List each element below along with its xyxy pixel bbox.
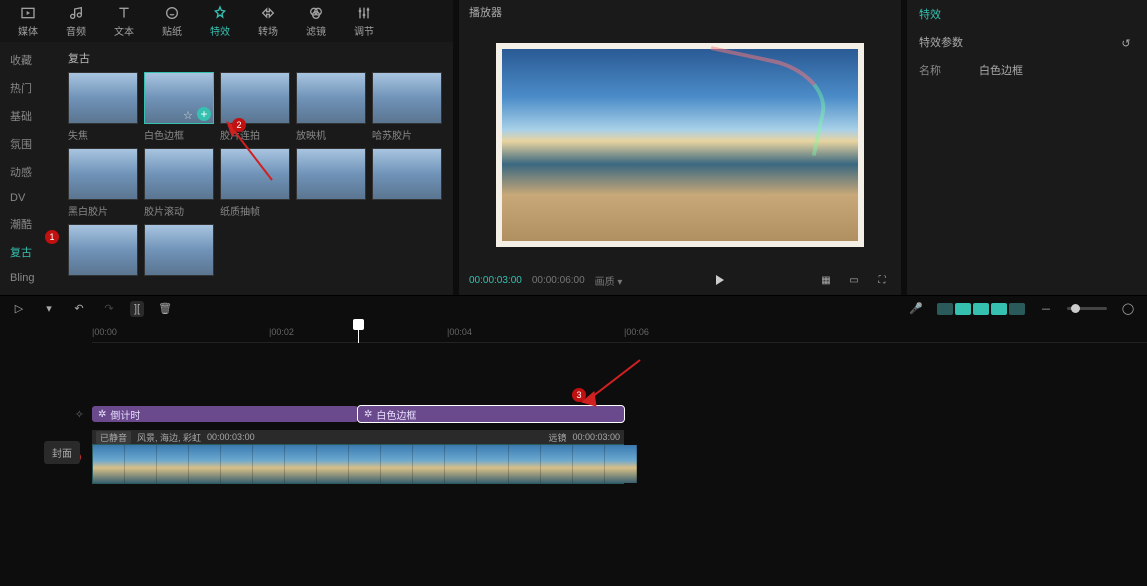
sidebar-item-dv[interactable]: DV — [0, 186, 60, 210]
prop-name-label: 名称 — [919, 62, 979, 78]
filmstrip — [92, 444, 624, 484]
select-dropdown-icon[interactable]: ▾ — [40, 300, 58, 318]
gear-icon: ✲ — [364, 409, 372, 420]
reset-icon[interactable]: ↺ — [1117, 34, 1135, 52]
props-tab-title: 特效 — [919, 6, 1135, 22]
snapshot-icon[interactable]: ▦ — [817, 271, 835, 289]
timeline-toolbar: ▷ ▾ ↶ ↷ ][ 🗑 🎤 － ◯ — [0, 295, 1147, 321]
tab-effect[interactable]: 特效 — [200, 2, 240, 40]
sidebar-item-fav[interactable]: 收藏 — [0, 46, 60, 74]
sidebar-item-trend[interactable]: 潮酷 — [0, 210, 60, 238]
mic-icon[interactable]: 🎤 — [907, 300, 925, 318]
tab-transition[interactable]: 转场 — [248, 2, 288, 40]
select-tool[interactable]: ▷ — [10, 300, 28, 318]
ruler-tick: |00:00 — [92, 327, 117, 337]
sidebar-item-atmos[interactable]: 氛围 — [0, 130, 60, 158]
tab-media[interactable]: 媒体 — [8, 2, 48, 40]
sidebar-item-bling[interactable]: Bling — [0, 266, 60, 290]
ratio-icon[interactable]: ▭ — [845, 271, 863, 289]
tab-filter[interactable]: 滤镜 — [296, 2, 336, 40]
effect-item[interactable]: 纸质抽帧 — [220, 148, 290, 218]
player-panel: 播放器 00:00:03:00 00:00:06:00 画质 ▾ ▦ ▭ ⛶ — [459, 0, 901, 295]
cover-button[interactable]: 封面 — [44, 441, 80, 464]
effect-item[interactable]: 胶片连拍 — [220, 72, 290, 142]
sidebar-item-dynamic[interactable]: 动感 — [0, 158, 60, 186]
zoom-slider[interactable] — [1067, 307, 1107, 310]
fx-track[interactable]: ✧ ✲倒计时 ✲白色边框 — [0, 403, 1147, 425]
delete-button[interactable]: 🗑 — [156, 300, 174, 318]
zoom-fit-icon[interactable]: ◯ — [1119, 300, 1137, 318]
fx-clip[interactable]: ✲倒计时 — [92, 406, 358, 422]
gear-icon: ✲ — [98, 409, 106, 420]
time-current: 00:00:03:00 — [469, 275, 522, 286]
clip-trans: 远镜 — [548, 431, 566, 444]
properties-panel: 特效 特效参数 ↺ 名称 白色边框 — [907, 0, 1147, 295]
effects-panel: 媒体 音频 文本 贴纸 特效 转场 滤镜 调节 收藏 热门 基础 氛围 动感 D… — [0, 0, 453, 295]
fx-clip[interactable]: ✲白色边框 — [358, 406, 624, 422]
zoom-out-icon[interactable]: － — [1037, 300, 1055, 318]
fx-track-icon: ✧ — [75, 408, 84, 421]
video-track[interactable]: ▣ 🔇 封面 已静音 风景, 海边, 彩虹 00:00:03:00 远镜 00:… — [0, 429, 1147, 485]
tab-text[interactable]: 文本 — [104, 2, 144, 40]
section-title: 复古 — [68, 50, 445, 66]
video-clip[interactable]: 已静音 风景, 海边, 彩虹 00:00:03:00 远镜 00:00:03:0… — [92, 430, 624, 484]
top-tablist: 媒体 音频 文本 贴纸 特效 转场 滤镜 调节 — [0, 0, 453, 42]
preview-area[interactable] — [459, 24, 901, 265]
zoom-preset[interactable] — [955, 303, 971, 315]
effects-grid-area: 复古 失焦 ☆+白色边框 胶片连拍 放映机 哈苏胶片 黑白胶片 胶片滚动 纸质抽… — [60, 42, 453, 295]
undo-button[interactable]: ↶ — [70, 300, 88, 318]
effect-item[interactable]: 胶片滚动 — [144, 148, 214, 218]
fullscreen-icon[interactable]: ⛶ — [873, 271, 891, 289]
zoom-preset[interactable] — [937, 303, 953, 315]
ruler-tick: |00:06 — [624, 327, 649, 337]
mute-badge: 已静音 — [96, 431, 131, 444]
effect-item[interactable]: 黑白胶片 — [68, 148, 138, 218]
effect-item[interactable]: 放映机 — [296, 72, 366, 142]
timeline-tracks: ✧ ✲倒计时 ✲白色边框 ▣ 🔇 封面 已静音 风景, 海边, 彩虹 00:00… — [0, 343, 1147, 586]
split-button[interactable]: ][ — [130, 301, 144, 317]
tab-adjust[interactable]: 调节 — [344, 2, 384, 40]
effect-item[interactable] — [372, 148, 442, 218]
zoom-preset[interactable] — [1009, 303, 1025, 315]
effects-sidebar: 收藏 热门 基础 氛围 动感 DV 潮酷 复古 Bling — [0, 42, 60, 295]
redo-button[interactable]: ↷ — [100, 300, 118, 318]
sidebar-item-hot[interactable]: 热门 — [0, 74, 60, 102]
zoom-preset[interactable] — [973, 303, 989, 315]
time-ruler[interactable]: |00:00 |00:02 |00:04 |00:06 — [92, 321, 1147, 343]
effect-item[interactable]: 失焦 — [68, 72, 138, 142]
time-duration: 00:00:06:00 — [532, 275, 585, 286]
clip-dur: 00:00:03:00 — [207, 432, 255, 442]
favorite-icon[interactable]: ☆ — [183, 109, 195, 121]
tab-audio[interactable]: 音频 — [56, 2, 96, 40]
sidebar-item-basic[interactable]: 基础 — [0, 102, 60, 130]
effect-item[interactable] — [296, 148, 366, 218]
prop-name-value: 白色边框 — [979, 62, 1023, 78]
zoom-preset[interactable] — [991, 303, 1007, 315]
ruler-tick: |00:02 — [269, 327, 294, 337]
sidebar-item-retro[interactable]: 复古 — [0, 238, 60, 266]
preview-image — [496, 43, 864, 247]
clip-dur: 00:00:03:00 — [572, 432, 620, 442]
props-section-header: 特效参数 — [919, 34, 963, 52]
effect-item[interactable] — [68, 224, 138, 279]
effect-item[interactable]: 哈苏胶片 — [372, 72, 442, 142]
play-button[interactable] — [711, 271, 729, 289]
ruler-tick: |00:04 — [447, 327, 472, 337]
clip-desc: 风景, 海边, 彩虹 — [137, 431, 201, 444]
effect-item[interactable] — [144, 224, 214, 279]
add-icon[interactable]: + — [197, 107, 211, 121]
tab-sticker[interactable]: 贴纸 — [152, 2, 192, 40]
quality-dropdown[interactable]: 画质 ▾ — [595, 273, 623, 288]
player-title: 播放器 — [459, 0, 901, 24]
effect-item[interactable]: ☆+白色边框 — [144, 72, 214, 142]
track-zoom-toggle — [937, 303, 1025, 315]
